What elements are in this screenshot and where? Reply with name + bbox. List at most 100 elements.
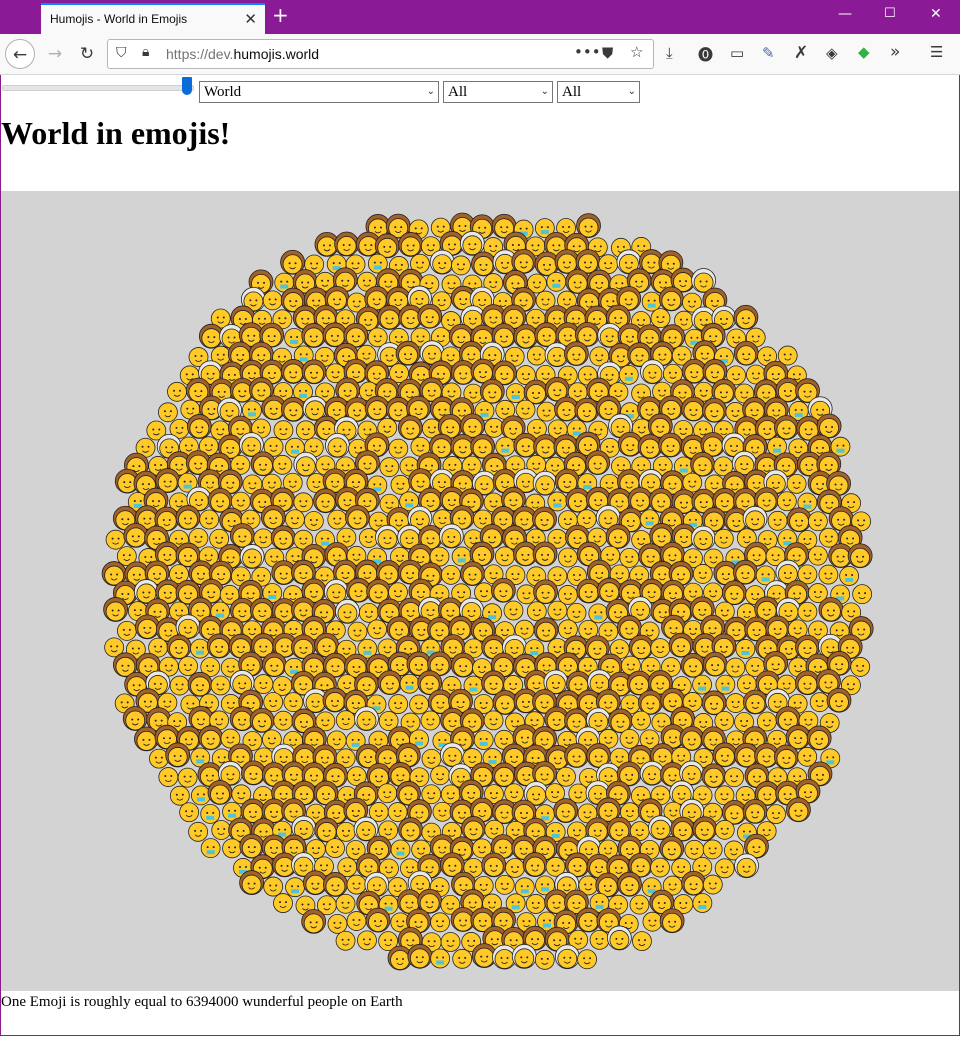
person-emoji	[169, 785, 190, 806]
person-emoji	[440, 932, 461, 952]
person-emoji	[375, 524, 400, 550]
extension-icon[interactable]: ◆	[858, 43, 870, 61]
person-emoji	[522, 852, 548, 877]
person-emoji	[807, 511, 828, 532]
forward-icon[interactable]: →	[40, 39, 70, 69]
lock-icon[interactable]: 🔒︎	[142, 44, 149, 60]
person-emoji	[494, 874, 515, 895]
person-emoji	[390, 839, 411, 860]
person-emoji	[563, 341, 589, 367]
person-emoji	[702, 651, 728, 677]
person-emoji	[190, 638, 210, 659]
eyedropper-icon[interactable]: ✎	[762, 44, 775, 62]
back-icon[interactable]: ←	[5, 39, 35, 69]
person-emoji	[398, 232, 424, 257]
person-emoji	[724, 767, 745, 788]
overflow-icon[interactable]: »	[890, 42, 900, 62]
person-emoji	[483, 710, 504, 731]
person-emoji	[459, 230, 485, 256]
person-emoji	[377, 783, 398, 804]
more-icon[interactable]: •••	[574, 43, 601, 61]
person-emoji	[547, 491, 568, 512]
slider-handle[interactable]	[182, 77, 192, 95]
browser-tab[interactable]: Humojis - World in Emojis ✕	[41, 3, 265, 34]
person-emoji	[303, 511, 324, 531]
person-emoji	[742, 505, 768, 531]
person-emoji	[605, 524, 631, 549]
person-emoji	[816, 413, 842, 439]
url-text[interactable]: https://dev.humojis.world	[166, 46, 319, 62]
close-tab-icon[interactable]: ✕	[244, 10, 257, 28]
menu-icon[interactable]: ☰	[930, 43, 943, 61]
emoji-canvas[interactable]	[1, 191, 959, 991]
filter-select-1[interactable]: All ⌄	[443, 81, 553, 103]
footer-text: One Emoji is roughly equal to 6394000 wu…	[1, 994, 403, 1010]
region-select[interactable]: World ⌄	[199, 81, 439, 103]
person-emoji	[532, 541, 558, 567]
person-emoji	[632, 931, 652, 952]
person-emoji	[334, 231, 360, 257]
maximize-icon[interactable]: ☐	[884, 6, 896, 21]
sync-icon[interactable]: ▭	[730, 44, 744, 62]
close-window-icon[interactable]: ✕	[930, 6, 942, 22]
person-emoji	[377, 670, 403, 696]
region-select-value: World	[204, 84, 242, 100]
person-emoji	[149, 748, 169, 769]
reload-icon[interactable]: ↻	[72, 39, 102, 69]
download-icon[interactable]: ⤓	[666, 44, 673, 62]
person-emoji	[629, 894, 650, 915]
person-emoji	[239, 870, 265, 895]
star-icon[interactable]: ☆	[630, 43, 643, 61]
person-emoji	[692, 674, 712, 695]
person-emoji	[199, 509, 220, 530]
person-emoji	[690, 525, 716, 551]
person-emoji	[767, 510, 788, 531]
person-emoji	[818, 564, 839, 585]
minimize-icon[interactable]: —	[838, 6, 852, 22]
chevron-down-icon: ⌄	[540, 86, 549, 97]
person-emoji	[249, 707, 275, 733]
person-emoji	[440, 564, 461, 585]
person-emoji	[776, 491, 797, 512]
person-emoji	[628, 634, 654, 660]
person-emoji	[200, 838, 221, 859]
person-emoji	[684, 839, 705, 860]
population-slider[interactable]	[2, 85, 194, 91]
x-icon[interactable]: ✗	[794, 43, 808, 63]
person-emoji	[432, 801, 453, 822]
person-emoji	[364, 395, 390, 421]
person-emoji	[734, 853, 759, 879]
person-emoji	[313, 488, 338, 514]
person-emoji	[557, 547, 578, 568]
person-emoji	[335, 930, 356, 951]
person-emoji	[516, 584, 537, 605]
layers-icon[interactable]: ◈	[826, 44, 838, 62]
person-emoji	[301, 323, 327, 348]
person-emoji	[795, 670, 820, 696]
person-emoji	[525, 894, 546, 914]
person-emoji	[417, 303, 443, 329]
person-emoji	[658, 286, 684, 312]
person-emoji	[725, 693, 746, 713]
person-emoji	[526, 345, 547, 366]
person-emoji	[659, 908, 685, 934]
new-tab-icon[interactable]: +	[272, 5, 289, 25]
person-emoji	[481, 852, 507, 878]
person-emoji	[335, 893, 356, 914]
person-emoji	[158, 402, 178, 423]
person-emoji	[387, 802, 408, 822]
person-emoji	[491, 762, 517, 788]
person-emoji	[399, 673, 420, 694]
shield-icon[interactable]: ⛉	[116, 45, 127, 61]
url-bar[interactable]: ⛉ 🔒︎ https://dev.humojis.world ••• ⛊ ☆	[107, 39, 654, 69]
person-emoji	[409, 694, 429, 715]
person-emoji	[681, 870, 707, 896]
pocket-icon[interactable]: ⛊	[602, 44, 613, 62]
filter-select-2[interactable]: All ⌄	[557, 81, 640, 103]
person-emoji	[513, 324, 539, 349]
chevron-down-icon: ⌄	[426, 86, 435, 97]
person-emoji	[345, 505, 370, 530]
privacy-icon[interactable]: ⓿	[698, 44, 713, 65]
person-emoji	[556, 766, 576, 787]
person-emoji	[585, 450, 611, 476]
